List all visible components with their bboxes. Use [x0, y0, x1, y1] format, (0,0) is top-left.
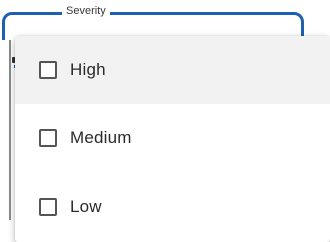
menu-item-label: High	[70, 60, 106, 79]
menu-item-medium[interactable]: Medium	[15, 104, 330, 172]
screen: Severity High Medium Low	[0, 0, 330, 242]
background-panel-edge	[0, 40, 14, 220]
severity-select-label: Severity	[62, 3, 110, 19]
checkbox-high[interactable]	[39, 61, 57, 79]
checkbox-low[interactable]	[39, 198, 57, 216]
menu-item-label: Low	[70, 197, 102, 216]
menu-item-label: Medium	[70, 128, 132, 147]
menu-item-high[interactable]: High	[15, 36, 330, 104]
checkbox-medium[interactable]	[39, 129, 57, 147]
menu-item-low[interactable]: Low	[15, 172, 330, 242]
severity-dropdown-menu: High Medium Low	[15, 36, 330, 242]
